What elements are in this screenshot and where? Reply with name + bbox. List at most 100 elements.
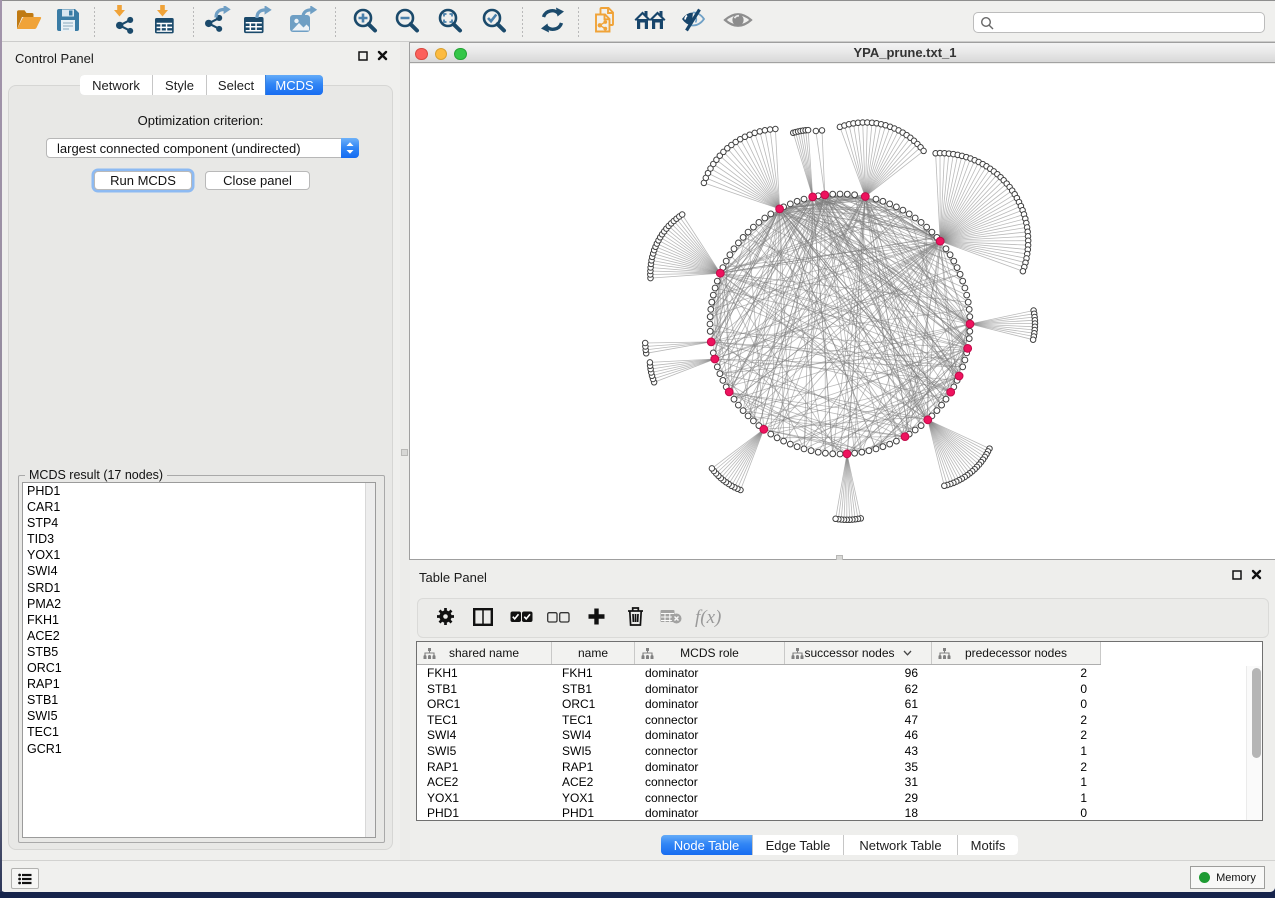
import-network-button[interactable] <box>107 6 141 39</box>
export-network-button[interactable] <box>202 6 236 39</box>
table-row[interactable]: SWI5SWI5connector431 <box>417 744 1262 760</box>
network-window-titlebar[interactable]: YPA_prune.txt_1 <box>410 43 1275 63</box>
cell-successor-nodes: 35 <box>785 760 932 776</box>
select-all-button[interactable] <box>506 604 536 634</box>
tab-mcds[interactable]: MCDS <box>265 75 323 95</box>
first-neighbors-button[interactable] <box>633 6 667 39</box>
status-bar: Memory <box>0 860 1275 892</box>
mcds-result-item[interactable]: ACE2 <box>23 628 375 644</box>
mcds-result-item[interactable]: CAR1 <box>23 499 375 515</box>
tab-node-table[interactable]: Node Table <box>661 835 752 855</box>
run-mcds-button[interactable]: Run MCDS <box>94 171 192 190</box>
table-row[interactable]: FKH1FKH1dominator962 <box>417 666 1262 682</box>
mcds-result-item[interactable]: STP4 <box>23 515 375 531</box>
delete-column-button[interactable] <box>620 604 650 634</box>
mcds-result-item[interactable]: TEC1 <box>23 724 375 740</box>
network-graph[interactable] <box>410 64 1275 560</box>
deselect-all-button[interactable] <box>543 604 573 634</box>
memory-button[interactable]: Memory <box>1190 866 1265 889</box>
function-builder-button[interactable]: f(x) <box>695 604 725 634</box>
cell-predecessor-nodes: 0 <box>932 806 1101 822</box>
export-network-icon <box>204 6 234 39</box>
mcds-result-item[interactable]: SWI5 <box>23 708 375 724</box>
open-file-button[interactable] <box>12 6 46 39</box>
add-column-button[interactable] <box>581 604 611 634</box>
mcds-result-item[interactable]: STB5 <box>23 644 375 660</box>
float-panel-icon[interactable] <box>1232 567 1242 585</box>
search-input[interactable] <box>973 12 1265 33</box>
mcds-result-list[interactable]: PHD1CAR1STP4TID3YOX1SWI4SRD1PMA2FKH1ACE2… <box>22 482 376 838</box>
table-scrollbar-thumb[interactable] <box>1252 668 1261 758</box>
export-image-button[interactable] <box>287 6 321 39</box>
tab-label: Edge Table <box>766 838 831 853</box>
table-scrollbar[interactable] <box>1246 666 1262 820</box>
mcds-result-item[interactable]: PMA2 <box>23 596 375 612</box>
column-header-successor-nodes[interactable]: successor nodes <box>785 642 932 664</box>
column-header-name[interactable]: name <box>552 642 635 664</box>
hide-selected-button[interactable] <box>676 6 710 39</box>
show-panel-button[interactable] <box>468 604 498 634</box>
table-row[interactable]: TEC1TEC1connector472 <box>417 713 1262 729</box>
table-row[interactable]: YOX1YOX1connector291 <box>417 791 1262 807</box>
result-list-scrollbar[interactable] <box>365 483 375 837</box>
tab-network[interactable]: Network <box>80 75 152 95</box>
zoom-fit-button[interactable] <box>433 6 467 39</box>
cell-predecessor-nodes: 1 <box>932 744 1101 760</box>
mcds-result-item[interactable]: ORC1 <box>23 660 375 676</box>
zoom-selected-button[interactable] <box>477 6 511 39</box>
cell-predecessor-nodes: 1 <box>932 775 1101 791</box>
criterion-combobox[interactable]: largest connected component (undirected) <box>46 138 359 158</box>
cell-name: SWI4 <box>552 728 635 744</box>
mcds-result-item[interactable]: FKH1 <box>23 612 375 628</box>
mcds-result-item[interactable]: GCR1 <box>23 741 375 757</box>
show-all-icon <box>723 10 753 35</box>
close-panel-icon[interactable] <box>377 48 388 66</box>
table-row[interactable]: PHD1PHD1dominator180 <box>417 806 1262 822</box>
tab-style[interactable]: Style <box>152 75 206 95</box>
mcds-result-item[interactable]: SWI4 <box>23 563 375 579</box>
network-canvas[interactable] <box>410 64 1275 559</box>
table-row[interactable]: ACE2ACE2connector311 <box>417 775 1262 791</box>
optimization-criterion-label: Optimization criterion: <box>9 113 392 128</box>
table-row[interactable]: SWI4SWI4dominator462 <box>417 728 1262 744</box>
table-row[interactable]: ORC1ORC1dominator610 <box>417 697 1262 713</box>
combobox-spinner-icon[interactable] <box>341 138 359 158</box>
mcds-result-item[interactable]: YOX1 <box>23 547 375 563</box>
zoom-out-button[interactable] <box>390 6 424 39</box>
column-header-predecessor-nodes[interactable]: predecessor nodes <box>932 642 1101 664</box>
memory-status-dot <box>1199 872 1210 883</box>
vertical-splitter-handle[interactable] <box>401 449 408 456</box>
table-options-button[interactable] <box>430 604 460 634</box>
zoom-in-button[interactable] <box>348 6 382 39</box>
tab-edge-table[interactable]: Edge Table <box>752 835 843 855</box>
tab-select[interactable]: Select <box>206 75 265 95</box>
float-panel-icon[interactable] <box>358 48 368 66</box>
close-panel-icon[interactable] <box>1251 567 1262 585</box>
cell-predecessor-nodes: 0 <box>932 697 1101 713</box>
task-history-button[interactable] <box>11 868 39 889</box>
refresh-button[interactable] <box>535 6 569 39</box>
table-row[interactable]: RAP1RAP1dominator352 <box>417 760 1262 776</box>
show-all-button[interactable] <box>721 6 755 39</box>
mcds-result-item[interactable]: RAP1 <box>23 676 375 692</box>
mcds-result-item[interactable]: PHD1 <box>23 483 375 499</box>
column-header-shared-name[interactable]: shared name <box>417 642 552 664</box>
delete-table-button[interactable] <box>656 604 686 634</box>
export-table-button[interactable] <box>242 6 276 39</box>
column-header-MCDS-role[interactable]: MCDS role <box>635 642 785 664</box>
mcds-result-item[interactable]: STB1 <box>23 692 375 708</box>
toolbar-separator <box>335 7 336 37</box>
table-options-icon <box>436 607 455 631</box>
mcds-result-item[interactable]: SRD1 <box>23 580 375 596</box>
cell-name: ACE2 <box>552 775 635 791</box>
table-row[interactable]: STB1STB1dominator620 <box>417 682 1262 698</box>
mcds-result-item[interactable]: TID3 <box>23 531 375 547</box>
close-panel-button[interactable]: Close panel <box>205 171 310 190</box>
import-table-button[interactable] <box>147 6 181 39</box>
save-session-button[interactable] <box>51 6 85 39</box>
memory-label: Memory <box>1216 872 1256 884</box>
column-label: MCDS role <box>680 646 739 660</box>
clone-network-button[interactable] <box>590 6 624 39</box>
tab-network-table[interactable]: Network Table <box>843 835 957 855</box>
tab-motifs[interactable]: Motifs <box>957 835 1018 855</box>
